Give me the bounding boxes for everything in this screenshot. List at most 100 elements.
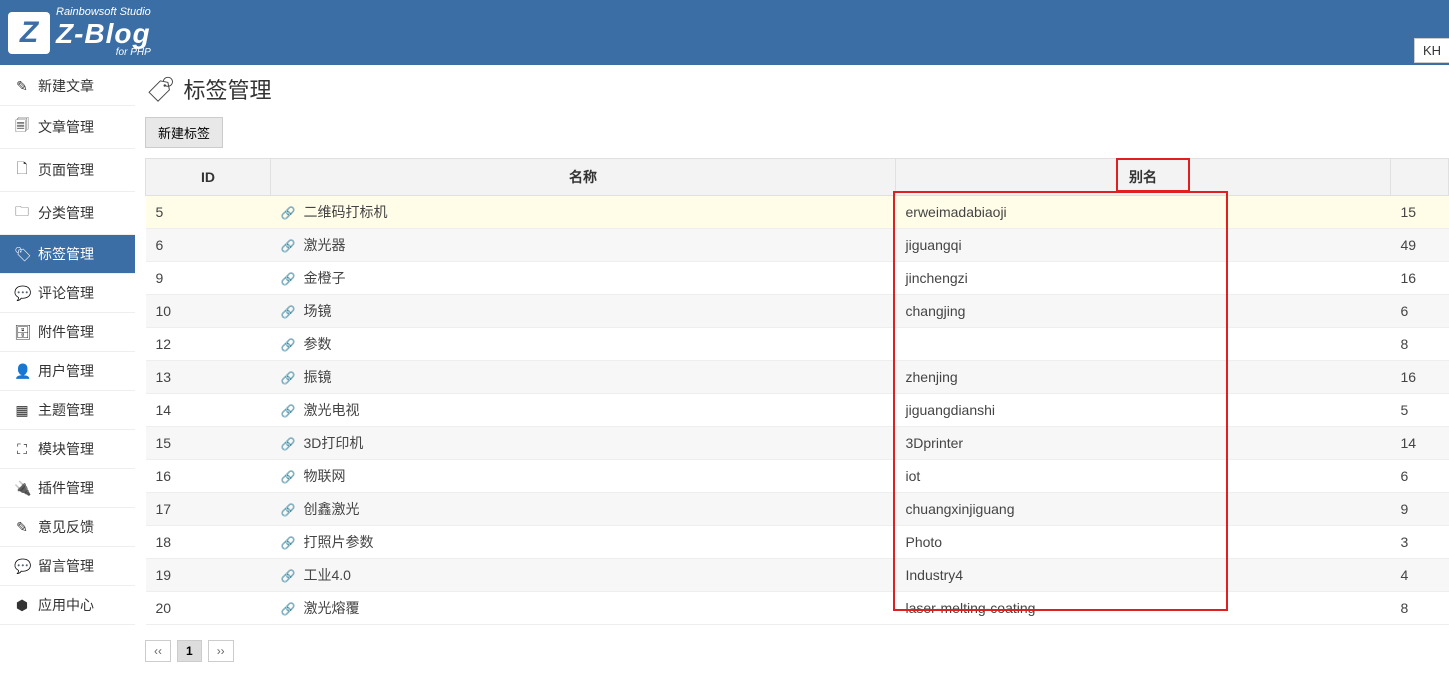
table-row[interactable]: 12🔗参数 8	[146, 328, 1449, 361]
sidebar-item-7[interactable]: 👤用户管理	[0, 352, 135, 391]
brand-main: Z-Blog	[56, 20, 151, 48]
sidebar-item-2[interactable]: 🗋 页面管理	[0, 149, 135, 192]
cell-alias: 3Dprinter	[896, 427, 1391, 460]
app-header: Z Rainbowsoft Studio Z-Blog for PHP KH	[0, 0, 1449, 65]
sidebar-item-6[interactable]: 🗄附件管理	[0, 313, 135, 352]
cell-count: 9	[1391, 493, 1449, 526]
sidebar-icon: 🗐	[14, 115, 30, 139]
col-header-alias[interactable]: 别名	[896, 159, 1391, 196]
link-icon[interactable]: 🔗	[281, 239, 296, 253]
sidebar-item-label: 分类管理	[38, 203, 94, 223]
header-user-tab[interactable]: KH	[1414, 38, 1449, 63]
cell-id: 17	[146, 493, 271, 526]
tags-table: ID 名称 别名 5🔗二维码打标机erweimadabiaoji156🔗激光器j…	[145, 158, 1449, 625]
cell-id: 19	[146, 559, 271, 592]
col-header-count[interactable]	[1391, 159, 1449, 196]
cell-id: 6	[146, 229, 271, 262]
table-row[interactable]: 19🔗工业4.0Industry44	[146, 559, 1449, 592]
sidebar-icon: 🗋	[14, 158, 30, 182]
sidebar-item-11[interactable]: ✎意见反馈	[0, 508, 135, 547]
table-row[interactable]: 20🔗激光熔覆laser-melting-coating8	[146, 592, 1449, 625]
sidebar-item-4[interactable]: 🏷标签管理	[0, 235, 135, 274]
sidebar-item-3[interactable]: 🗀分类管理	[0, 192, 135, 235]
page-next-button[interactable]: ››	[208, 640, 234, 662]
cell-count: 4	[1391, 559, 1449, 592]
link-icon[interactable]: 🔗	[281, 206, 296, 220]
link-icon[interactable]: 🔗	[281, 602, 296, 616]
cell-name: 🔗工业4.0	[271, 559, 896, 592]
cell-count: 15	[1391, 196, 1449, 229]
brand-super: Rainbowsoft Studio	[56, 7, 151, 18]
sidebar-item-5[interactable]: 💬评论管理	[0, 274, 135, 313]
sidebar-item-13[interactable]: ⬢应用中心	[0, 586, 135, 625]
sidebar-icon: 🗄	[14, 324, 30, 341]
sidebar-item-10[interactable]: 🔌插件管理	[0, 469, 135, 508]
cell-count: 8	[1391, 328, 1449, 361]
col-header-name[interactable]: 名称	[271, 159, 896, 196]
cell-id: 20	[146, 592, 271, 625]
sidebar-icon: 💬	[14, 558, 30, 575]
page-current-button[interactable]: 1	[177, 640, 202, 662]
sidebar-item-label: 主题管理	[38, 400, 94, 420]
cell-id: 13	[146, 361, 271, 394]
cell-id: 5	[146, 196, 271, 229]
sidebar-item-1[interactable]: 🗐文章管理	[0, 106, 135, 149]
cell-count: 49	[1391, 229, 1449, 262]
cell-name: 🔗参数	[271, 328, 896, 361]
cell-alias: changjing	[896, 295, 1391, 328]
link-icon[interactable]: 🔗	[281, 470, 296, 484]
brand-sub: for PHP	[116, 48, 151, 58]
link-icon[interactable]: 🔗	[281, 569, 296, 583]
table-row[interactable]: 16🔗物联网iot6	[146, 460, 1449, 493]
link-icon[interactable]: 🔗	[281, 305, 296, 319]
table-row[interactable]: 18🔗打照片参数Photo3	[146, 526, 1449, 559]
cell-count: 8	[1391, 592, 1449, 625]
cell-name: 🔗激光电视	[271, 394, 896, 427]
page-title: 🏷 标签管理	[145, 73, 1449, 105]
sidebar-icon: 👤	[14, 363, 30, 380]
link-icon[interactable]: 🔗	[281, 437, 296, 451]
sidebar-item-label: 评论管理	[38, 283, 94, 303]
table-row[interactable]: 9🔗金橙子jinchengzi16	[146, 262, 1449, 295]
sidebar-item-0[interactable]: ✎ 新建文章	[0, 67, 135, 106]
link-icon[interactable]: 🔗	[281, 371, 296, 385]
cell-count: 16	[1391, 262, 1449, 295]
link-icon[interactable]: 🔗	[281, 404, 296, 418]
cell-alias: jiguangdianshi	[896, 394, 1391, 427]
table-row[interactable]: 5🔗二维码打标机erweimadabiaoji15	[146, 196, 1449, 229]
cell-name: 🔗3D打印机	[271, 427, 896, 460]
sidebar-item-label: 页面管理	[38, 160, 94, 180]
link-icon[interactable]: 🔗	[281, 503, 296, 517]
sidebar-item-9[interactable]: ⛶模块管理	[0, 430, 135, 469]
sidebar-icon: ⬢	[14, 597, 30, 614]
logo-icon: Z	[8, 12, 50, 54]
cell-name: 🔗二维码打标机	[271, 196, 896, 229]
table-row[interactable]: 17🔗创鑫激光chuangxinjiguang9	[146, 493, 1449, 526]
sidebar-item-8[interactable]: ▦主题管理	[0, 391, 135, 430]
new-tag-button[interactable]: 新建标签	[145, 117, 223, 148]
sidebar-item-12[interactable]: 💬 留言管理	[0, 547, 135, 586]
main-content: 🏷 标签管理 新建标签 ID 名称 别名 5🔗二维码打标机erweimadabi…	[135, 65, 1449, 677]
table-row[interactable]: 15🔗3D打印机3Dprinter14	[146, 427, 1449, 460]
link-icon[interactable]: 🔗	[281, 338, 296, 352]
link-icon[interactable]: 🔗	[281, 272, 296, 286]
cell-id: 14	[146, 394, 271, 427]
table-row[interactable]: 13🔗振镜zhenjing16	[146, 361, 1449, 394]
table-row[interactable]: 6🔗激光器jiguangqi49	[146, 229, 1449, 262]
cell-count: 5	[1391, 394, 1449, 427]
cell-count: 16	[1391, 361, 1449, 394]
cell-alias: erweimadabiaoji	[896, 196, 1391, 229]
table-row[interactable]: 14🔗激光电视jiguangdianshi5	[146, 394, 1449, 427]
sidebar-item-label: 新建文章	[38, 76, 94, 96]
table-row[interactable]: 10🔗场镜changjing6	[146, 295, 1449, 328]
tag-icon: 🏷	[146, 74, 175, 104]
sidebar-icon: ✎	[14, 78, 30, 95]
col-header-id[interactable]: ID	[146, 159, 271, 196]
sidebar-item-label: 留言管理	[38, 556, 94, 576]
cell-name: 🔗激光熔覆	[271, 592, 896, 625]
link-icon[interactable]: 🔗	[281, 536, 296, 550]
cell-id: 12	[146, 328, 271, 361]
logo[interactable]: Z Rainbowsoft Studio Z-Blog for PHP	[8, 7, 151, 58]
sidebar-item-label: 插件管理	[38, 478, 94, 498]
page-first-button[interactable]: ‹‹	[145, 640, 171, 662]
